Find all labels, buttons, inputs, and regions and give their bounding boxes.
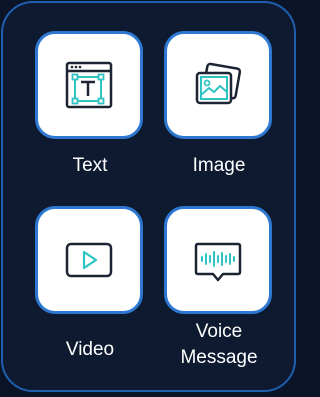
content-type-panel: Text Image Video Voice Message	[1, 1, 296, 392]
image-option-button[interactable]	[164, 31, 272, 139]
text-option-label: Text	[72, 155, 108, 176]
voice-message-option-label-line1: Voice	[195, 321, 243, 342]
video-icon	[61, 232, 117, 288]
text-icon	[61, 57, 117, 113]
voice-message-option-button[interactable]	[164, 206, 272, 314]
image-option-label: Image	[192, 155, 246, 176]
voice-message-icon	[190, 232, 246, 288]
video-option-label: Video	[65, 339, 115, 360]
voice-message-option-label-line2: Message	[180, 347, 258, 368]
image-icon	[190, 57, 246, 113]
video-option-button[interactable]	[35, 206, 143, 314]
text-option-button[interactable]	[35, 31, 143, 139]
